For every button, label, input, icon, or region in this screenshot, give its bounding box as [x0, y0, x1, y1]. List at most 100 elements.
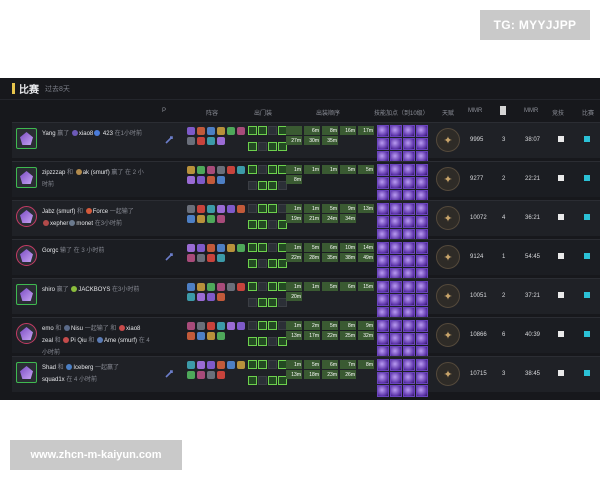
timed-item-icon[interactable]: 24m: [322, 214, 338, 223]
hero-chip-icon[interactable]: [207, 332, 215, 340]
item-icon[interactable]: [248, 258, 257, 268]
item-icon[interactable]: [268, 321, 277, 330]
item-icon[interactable]: [258, 336, 267, 346]
item-icon[interactable]: [268, 165, 277, 174]
hero-chip-icon[interactable]: [197, 166, 205, 174]
hero-chip-icon[interactable]: [227, 322, 235, 330]
hero-chip-icon[interactable]: [187, 293, 195, 301]
hero-chip-icon[interactable]: [197, 215, 205, 223]
hero-portrait-icon[interactable]: [16, 323, 37, 344]
player-name[interactable]: zipzzzap: [42, 170, 65, 176]
timed-item-icon[interactable]: 1m: [304, 204, 320, 213]
match-row[interactable]: Yang 赢了 xiao8 423 在1小时前 6m 8m 16m 17m 27m 30m 3…: [12, 122, 600, 163]
match-row[interactable]: shiro 赢了 JACKBOYS 在3小时前1m1m5m6m15m20m100…: [12, 278, 600, 319]
item-icon[interactable]: [258, 126, 267, 135]
hero-chip-icon[interactable]: [207, 205, 215, 213]
timed-item-icon[interactable]: 8m: [358, 360, 374, 369]
timed-item-icon[interactable]: 17m: [304, 331, 320, 340]
timed-item-icon[interactable]: 9m: [340, 204, 356, 213]
timed-item-icon[interactable]: 2m: [304, 321, 320, 330]
player-name[interactable]: zeal: [42, 338, 53, 344]
timed-item-icon[interactable]: 35m: [322, 253, 338, 262]
player-name[interactable]: Iceberg: [73, 365, 93, 371]
hero-chip-icon[interactable]: [217, 137, 225, 145]
timed-item-icon[interactable]: 18m: [304, 370, 320, 379]
item-icon[interactable]: [268, 360, 277, 369]
hero-chip-icon[interactable]: [237, 244, 245, 252]
timed-item-icon[interactable]: 22m: [286, 253, 302, 262]
hero-chip-icon[interactable]: [217, 205, 225, 213]
hero-chip-icon[interactable]: [217, 166, 225, 174]
item-icon[interactable]: [268, 258, 277, 268]
item-icon[interactable]: [268, 282, 277, 291]
ranked-checkbox[interactable]: [558, 292, 564, 298]
col-header-starting-items[interactable]: 出门装: [254, 108, 272, 117]
player-name[interactable]: Nisu: [71, 326, 83, 332]
match-row[interactable]: Gorgc 输了 在 3 小时前 1m 5m 6m 10m 14m 22m 28m 35m 38m…: [12, 239, 600, 280]
item-icon[interactable]: [248, 126, 257, 135]
hero-chip-icon[interactable]: [187, 322, 195, 330]
hero-chip-icon[interactable]: [217, 215, 225, 223]
player-name[interactable]: Shad: [42, 365, 56, 371]
timed-item-icon[interactable]: 1m: [286, 360, 302, 369]
item-icon[interactable]: [258, 219, 267, 229]
timed-item-icon[interactable]: 23m: [322, 370, 338, 379]
hero-chip-icon[interactable]: [237, 166, 245, 174]
hero-chip-icon[interactable]: [197, 127, 205, 135]
hero-chip-icon[interactable]: [197, 361, 205, 369]
hero-chip-icon[interactable]: [197, 322, 205, 330]
item-icon[interactable]: [248, 180, 257, 190]
hero-chip-icon[interactable]: [217, 254, 225, 262]
item-icon[interactable]: [248, 375, 257, 385]
hero-chip-icon[interactable]: [187, 283, 195, 291]
hero-portrait-icon[interactable]: [16, 362, 37, 383]
timed-item-icon[interactable]: 10m: [340, 243, 356, 252]
item-icon[interactable]: [258, 180, 267, 190]
ranked-checkbox[interactable]: [558, 370, 564, 376]
timed-item-icon[interactable]: 28m: [304, 253, 320, 262]
talent-tree-icon[interactable]: [436, 167, 460, 191]
player-name[interactable]: squad1x: [42, 377, 65, 383]
hero-chip-icon[interactable]: [217, 332, 225, 340]
timed-item-icon[interactable]: 1m: [286, 165, 302, 174]
item-icon[interactable]: [268, 297, 277, 307]
col-header-p[interactable]: P: [162, 108, 166, 114]
item-icon[interactable]: [248, 321, 257, 330]
ranked-checkbox[interactable]: [558, 331, 564, 337]
timed-item-icon[interactable]: 19m: [286, 214, 302, 223]
talent-tree-icon[interactable]: [436, 323, 460, 347]
timed-item-icon[interactable]: 8m: [322, 126, 338, 135]
col-header-match[interactable]: 比赛: [582, 108, 594, 117]
timed-item-icon[interactable]: 27m: [286, 136, 302, 145]
match-link-icon[interactable]: [584, 253, 590, 259]
hero-chip-icon[interactable]: [187, 371, 195, 379]
hero-chip-icon[interactable]: [187, 244, 195, 252]
match-link-icon[interactable]: [584, 331, 590, 337]
player-name[interactable]: Pi Qiu: [70, 338, 86, 344]
ranked-checkbox[interactable]: [558, 253, 564, 259]
col-header-item-order[interactable]: 出装顺序: [316, 108, 340, 117]
item-icon[interactable]: [248, 336, 257, 346]
item-icon[interactable]: [268, 375, 277, 385]
hero-chip-icon[interactable]: [207, 371, 215, 379]
timed-item-icon[interactable]: 1m: [322, 165, 338, 174]
hero-chip-icon[interactable]: [187, 215, 195, 223]
timed-item-icon[interactable]: 5m: [340, 165, 356, 174]
hero-chip-icon[interactable]: [207, 215, 215, 223]
timed-item-icon[interactable]: 5m: [304, 243, 320, 252]
hero-chip-icon[interactable]: [207, 244, 215, 252]
hero-chip-icon[interactable]: [197, 244, 205, 252]
timed-item-icon[interactable]: 30m: [304, 136, 320, 145]
timed-item-icon[interactable]: [286, 126, 302, 135]
hero-chip-icon[interactable]: [187, 332, 195, 340]
timed-item-icon[interactable]: 35m: [322, 136, 338, 145]
timed-item-icon[interactable]: 34m: [340, 214, 356, 223]
hero-portrait-icon[interactable]: [16, 167, 37, 188]
match-link-icon[interactable]: [584, 214, 590, 220]
player-name[interactable]: xepher: [50, 221, 68, 227]
col-header-skill-build[interactable]: 技能加点（到10级）: [374, 108, 429, 117]
player-name[interactable]: shiro: [42, 287, 55, 293]
hero-chip-icon[interactable]: [237, 205, 245, 213]
hero-chip-icon[interactable]: [207, 254, 215, 262]
hero-chip-icon[interactable]: [187, 166, 195, 174]
